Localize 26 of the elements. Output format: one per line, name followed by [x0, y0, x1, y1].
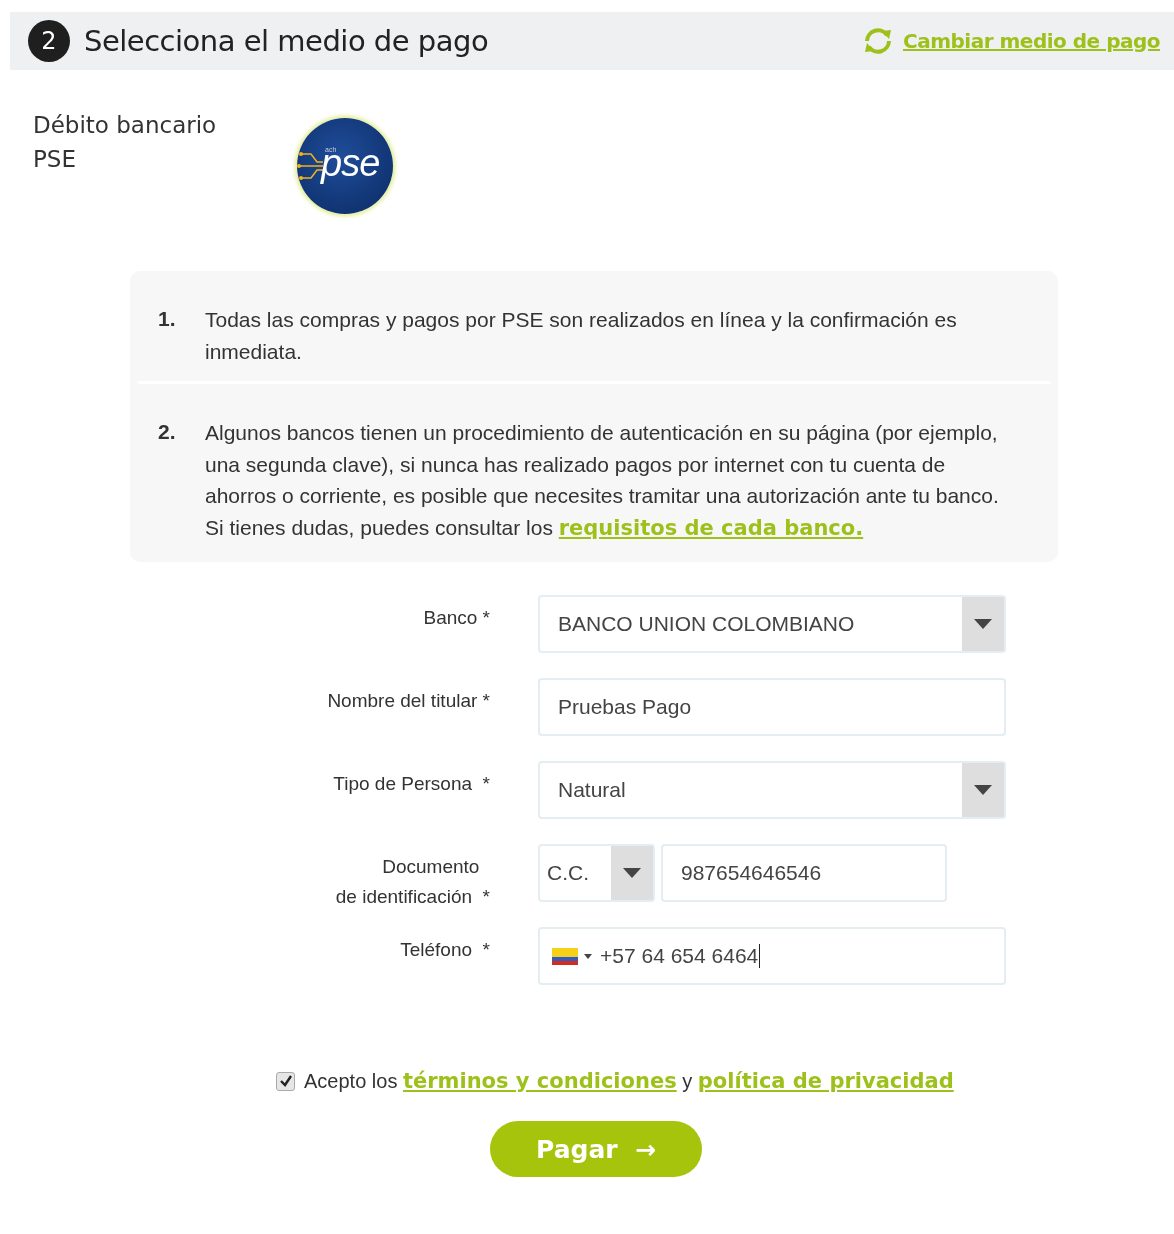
- caret-icon: [974, 785, 992, 795]
- terms-text: Acepto los términos y condiciones y política de privacidad: [304, 1069, 954, 1093]
- caret-icon: [974, 619, 992, 629]
- caret-icon: [584, 953, 592, 959]
- note-number: 1.: [158, 306, 177, 332]
- payment-method-name: Débito bancario: [33, 111, 218, 140]
- caret-icon: [623, 868, 641, 878]
- flag-icon: [552, 947, 578, 965]
- phone-field[interactable]: +57 64 654 6464: [538, 927, 1006, 985]
- input-field[interactable]: Pruebas Pago: [538, 678, 1006, 736]
- field-label: Nombre del titular *: [326, 689, 490, 713]
- field-label: Banco *: [422, 606, 490, 630]
- section-title: Selecciona el medio de pago: [84, 24, 489, 58]
- document-type-select[interactable]: C.C.: [538, 844, 655, 902]
- select-field[interactable]: Natural: [538, 761, 1006, 819]
- note-text: Algunos bancos tienen un procedimiento de autenticación en su página (por ejemplo, una segunda clave), si nunca has realizado pagos por internet con tu cuenta de ahorros o corriente, es posible que necesites tramitar una autorización ante tu banco. Si tienes dudas, puedes consultar los requisitos de cada banco.: [205, 420, 1000, 542]
- note-number: 2.: [158, 419, 177, 445]
- field-label: Teléfono *: [399, 938, 490, 962]
- select-field[interactable]: BANCO UNION COLOMBIANO: [538, 595, 1006, 653]
- field-label: Documento de identificación *: [334, 855, 490, 902]
- terms-checkbox[interactable]: [276, 1071, 295, 1091]
- step-number: 2: [28, 20, 70, 62]
- note-text: Todas las compras y pagos por PSE son realizados en línea y la confirmación es inmediata.: [205, 307, 958, 365]
- payment-method-name: PSE: [33, 145, 77, 174]
- field-label: Tipo de Persona *: [332, 772, 490, 796]
- input-field[interactable]: 987654646546: [661, 844, 947, 902]
